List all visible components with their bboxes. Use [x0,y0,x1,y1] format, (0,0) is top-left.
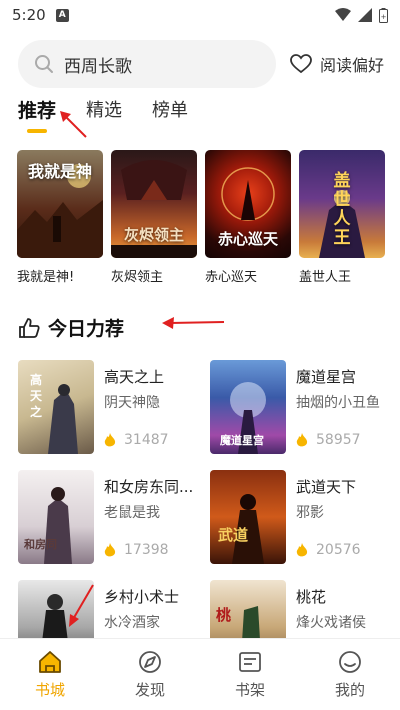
nav-discover[interactable]: 发现 [100,639,200,710]
book-cover[interactable]: 我就是神 [17,150,103,258]
book-cover[interactable]: 灰烬领主 [111,150,197,258]
book-author: 烽火戏诸侯 [296,615,366,631]
book-title: 高天之上 [104,368,165,386]
flame-icon [296,542,308,556]
featured-book[interactable]: 盖世人王 盖世人王 [299,150,385,285]
nav-bookstore[interactable]: 书城 [0,639,100,710]
featured-book-title: 盖世人王 [299,270,352,285]
search-input[interactable]: 西周长歌 [18,40,276,88]
book-list-item[interactable]: 武道 武道天下 邪影 20576 [210,470,390,570]
discover-icon [139,651,161,673]
cover-title-text: 盖世人王 [333,171,351,248]
wifi-icon [335,8,351,21]
book-author: 水冷酒家 [104,615,160,631]
featured-book-title: 赤心巡天 [205,270,258,285]
profile-icon [339,651,361,673]
book-cover[interactable]: 赤心巡天 [205,150,291,258]
svg-text:天: 天 [30,389,43,403]
book-cover[interactable]: 魔道星宫 [210,360,286,454]
section-title: 今日力荐 [48,318,125,340]
nav-profile[interactable]: 我的 [300,639,400,710]
status-bar: 5:20 A + [0,0,400,30]
nav-profile-label: 我的 [334,681,365,699]
tab-ranking[interactable]: 榜单 [152,96,188,130]
cover-title-text: 赤心巡天 [217,230,278,248]
thumbs-up-icon [19,317,40,338]
annotation-arrow-book [69,584,94,627]
flame-icon [104,432,116,446]
cover-title-text: 我就是神 [27,162,92,181]
svg-text:高: 高 [30,372,42,387]
book-title: 桃花 [296,588,327,606]
heat-count: 20576 [316,542,361,558]
tab-ranking-label: 榜单 [152,100,189,121]
tab-recommend[interactable]: 推荐 [18,96,57,133]
book-title: 乡村小术士 [104,588,180,606]
book-title: 魔道星宫 [296,368,357,386]
search-placeholder: 西周长歌 [64,56,132,77]
book-heat: 17398 [104,542,169,558]
book-author: 阴天神隐 [104,395,160,411]
featured-book-title: 灰烬领主 [111,270,164,285]
book-cover[interactable]: 高 天 之 [18,360,94,454]
section-header-today: 今日力荐 [18,314,124,341]
heart-icon [290,54,312,74]
book-author: 抽烟的小丑鱼 [296,395,380,411]
annotation-arrow-section [162,317,225,329]
home-icon [39,651,61,673]
book-cover[interactable]: 盖世人王 [299,150,385,258]
book-list-item[interactable]: 和房同 和女房东同... 老鼠是我 17398 [18,470,198,570]
featured-book[interactable]: 灰烬领主 灰烬领主 [111,150,197,285]
book-author: 老鼠是我 [104,505,160,521]
featured-book-title: 我就是神! [17,270,75,285]
heat-count: 31487 [124,432,169,448]
book-author: 邪影 [296,505,324,521]
nav-discover-label: 发现 [134,681,165,699]
svg-text:桃: 桃 [216,606,231,624]
top-tabs: 推荐 精选 榜单 [18,96,188,133]
svg-text:武道: 武道 [218,526,248,544]
book-title: 武道天下 [296,478,357,496]
tab-featured-label: 精选 [86,100,123,121]
cover-title-text: 灰烬领主 [123,226,184,244]
flame-icon [104,542,116,556]
book-title: 和女房东同... [104,478,194,496]
heat-count: 17398 [124,542,169,558]
signal-icon [358,8,372,22]
tab-featured[interactable]: 精选 [86,96,122,130]
svg-text:和房同: 和房同 [24,537,57,551]
bottom-nav: 书城 发现 书架 我的 [0,638,400,710]
annotation-arrow-tab [60,111,87,138]
heat-count: 58957 [316,432,361,448]
reading-preference-label: 阅读偏好 [320,56,385,75]
book-heat: 20576 [296,542,361,558]
featured-book[interactable]: 我就是神 我就是神! [17,150,103,285]
book-heat: 31487 [104,432,169,448]
book-heat: 58957 [296,432,361,448]
nav-bookshelf[interactable]: 书架 [200,639,300,710]
nav-bookstore-label: 书城 [34,681,65,699]
search-icon [35,55,53,73]
svg-text:魔道星宫: 魔道星宫 [220,433,264,447]
book-list-item[interactable]: 魔道星宫 魔道星宫 抽烟的小丑鱼 58957 [210,360,390,460]
status-time: 5:20 [12,6,46,24]
featured-book-row: 我就是神 我就是神! 灰烬领主 灰烬领主 赤心巡天 赤心巡天 盖世人王 盖世人王 [17,150,385,285]
book-cover[interactable]: 武道 [210,470,286,564]
tab-recommend-label: 推荐 [18,100,57,122]
book-list-item[interactable]: 高 天 之 高天之上 阴天神隐 31487 [18,360,198,460]
book-cover[interactable]: 和房同 [18,470,94,564]
battery-icon: + [379,7,388,23]
nav-bookshelf-label: 书架 [234,681,265,699]
featured-book[interactable]: 赤心巡天 赤心巡天 [205,150,291,285]
notification-a-icon: A [55,8,69,22]
flame-icon [296,432,308,446]
active-tab-indicator [27,129,47,133]
svg-text:之: 之 [30,404,42,419]
svg-text:+: + [381,13,387,21]
status-icons: + [335,7,388,23]
bookshelf-icon [239,652,261,672]
reading-preference-button[interactable]: 阅读偏好 [290,40,384,88]
